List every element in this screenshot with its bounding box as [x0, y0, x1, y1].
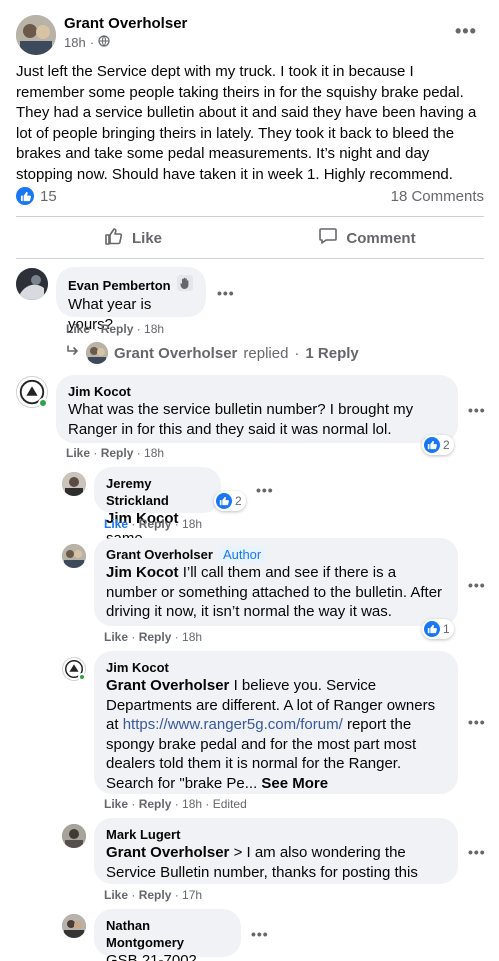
commenter-avatar[interactable]	[62, 914, 86, 938]
replier-name: Grant Overholser	[114, 344, 238, 362]
divider	[16, 216, 484, 217]
comment-more-options-icon[interactable]: •••	[217, 286, 235, 300]
commenter-avatar[interactable]	[62, 824, 86, 848]
replier-avatar	[86, 342, 108, 364]
reply-bubble: Mark Lugert Grant Overholser > I am also…	[94, 818, 458, 884]
reply-arrow-icon	[66, 344, 80, 362]
comment-reply-link[interactable]: Reply	[101, 446, 134, 460]
post-time[interactable]: 18h	[64, 35, 86, 50]
online-status-indicator	[38, 398, 48, 408]
like-reaction-icon[interactable]	[16, 187, 34, 205]
comment-meta: Like · Reply · 18h	[104, 517, 203, 531]
comment-bubble: Jim Kocot What was the service bulletin …	[56, 375, 458, 443]
see-more-link[interactable]: See More	[261, 775, 328, 792]
forum-link[interactable]: https://www.ranger5g.com/forum/	[123, 716, 343, 733]
like-reaction-icon	[424, 437, 440, 453]
comment-text: What was the service bulletin number? I …	[68, 401, 414, 438]
comment-meta: Like · Reply · 18h · Edited	[104, 797, 247, 811]
comment-meta: Like · Reply · 18h	[66, 322, 165, 336]
comment-author[interactable]: Grant Overholser	[106, 546, 213, 563]
comment-bubble-icon	[318, 226, 338, 250]
reply-bubble: Grant Overholser Author Jim Kocot I’ll c…	[94, 538, 458, 626]
comment-meta: Like · Reply · 17h	[104, 888, 203, 902]
comment-time[interactable]: 18h	[144, 322, 164, 336]
divider	[16, 258, 484, 259]
thumbs-up-icon	[104, 226, 124, 250]
like-button-label: Like	[131, 229, 162, 247]
reaction-count[interactable]: 15	[40, 188, 57, 205]
reaction-count: 2	[443, 438, 450, 452]
comment-more-options-icon[interactable]: •••	[251, 927, 269, 941]
edited-label: Edited	[212, 797, 247, 811]
like-reaction-icon	[424, 621, 440, 637]
comment-author[interactable]: Jeremy Strickland	[106, 475, 209, 509]
comment-time[interactable]: 18h	[144, 446, 164, 460]
comment-button[interactable]: Comment	[250, 222, 484, 254]
comment-reactions[interactable]: 1	[422, 619, 454, 639]
comment-like-link[interactable]: Like	[104, 630, 128, 644]
commenter-avatar[interactable]	[16, 268, 48, 300]
comment-author[interactable]: Jim Kocot	[68, 383, 131, 400]
comment-more-options-icon[interactable]: •••	[256, 483, 274, 497]
comment-like-link[interactable]: Like	[104, 517, 128, 531]
comment-count[interactable]: 18 Comments	[391, 188, 484, 205]
post-meta: 18h ·	[64, 35, 110, 50]
replied-text: replied	[243, 344, 289, 362]
post-reactions-row: 15 18 Comments	[16, 184, 484, 208]
reply-count: 1 Reply	[305, 344, 359, 362]
post-text: Just left the Service dept with my truck…	[16, 63, 477, 183]
mention-link[interactable]: Jim Kocot	[106, 564, 179, 581]
comment-meta: Like · Reply · 18h	[66, 446, 165, 460]
comment-author[interactable]: Mark Lugert	[106, 826, 180, 843]
post-actions: Like Comment	[16, 222, 484, 254]
comment-button-label: Comment	[346, 229, 416, 247]
comment-more-options-icon[interactable]: •••	[468, 403, 486, 417]
like-button[interactable]: Like	[16, 222, 250, 254]
mention-link[interactable]: Grant Overholser	[106, 844, 229, 861]
comment-reply-link[interactable]: Reply	[139, 517, 172, 531]
comment-time[interactable]: 17h	[182, 888, 202, 902]
reply-bubble: Nathan Montgomery GSB 21-7002	[94, 909, 241, 961]
comment-reply-link[interactable]: Reply	[139, 630, 172, 644]
comment-reactions[interactable]: 2	[422, 435, 454, 455]
comment-more-options-icon[interactable]: •••	[468, 845, 486, 859]
comment-reply-link[interactable]: Reply	[139, 797, 172, 811]
comment-time[interactable]: 18h	[182, 517, 202, 531]
like-reaction-icon	[216, 493, 232, 509]
post-author-avatar[interactable]	[16, 15, 56, 55]
comment-reply-link[interactable]: Reply	[101, 322, 134, 336]
comment-more-options-icon[interactable]: •••	[468, 715, 486, 729]
comment-time[interactable]: 18h	[182, 630, 202, 644]
reaction-count: 2	[235, 494, 242, 508]
reply-bubble: Jim Kocot Grant Overholser I believe you…	[94, 651, 458, 794]
waving-hand-icon	[176, 275, 193, 295]
comment-author[interactable]: Evan Pemberton	[68, 277, 171, 294]
online-status-indicator	[78, 673, 86, 681]
comment-reactions[interactable]: 2	[214, 491, 246, 511]
comment-author[interactable]: Jim Kocot	[106, 659, 169, 676]
comment-like-link[interactable]: Like	[104, 888, 128, 902]
comment-bubble: Evan Pemberton What year is yours?	[56, 267, 206, 333]
commenter-avatar[interactable]	[62, 472, 86, 496]
comment-like-link[interactable]: Like	[104, 797, 128, 811]
mention-link[interactable]: Grant Overholser	[106, 677, 229, 694]
comment-meta: Like · Reply · 18h	[104, 630, 203, 644]
comment-like-link[interactable]: Like	[66, 446, 90, 460]
author-badge: Author	[218, 546, 266, 563]
view-replies-link[interactable]: Grant Overholser replied · 1 Reply	[66, 342, 359, 364]
reaction-count: 1	[443, 622, 450, 636]
comment-like-link[interactable]: Like	[66, 322, 90, 336]
comment-text: GSB 21-7002	[106, 952, 197, 961]
comment-more-options-icon[interactable]: •••	[468, 578, 486, 592]
post-author-name[interactable]: Grant Overholser	[64, 15, 187, 32]
comment-author[interactable]: Nathan Montgomery	[106, 917, 229, 951]
comment-reply-link[interactable]: Reply	[139, 888, 172, 902]
reply-bubble: Jeremy Strickland Jim Kocot same	[94, 467, 221, 547]
commenter-avatar[interactable]	[62, 544, 86, 568]
post-more-options-icon[interactable]: •••	[455, 22, 477, 40]
comment-time[interactable]: 18h	[182, 797, 202, 811]
globe-icon	[98, 35, 110, 50]
